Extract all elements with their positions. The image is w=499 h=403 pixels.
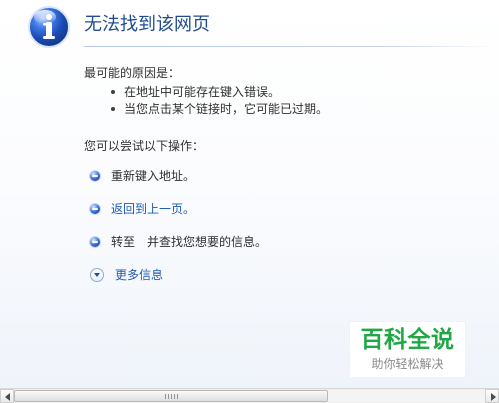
actions-heading: 您可以尝试以下操作： (84, 139, 205, 153)
chevron-down-icon[interactable] (90, 268, 104, 282)
error-page: 无法找到该网页 最可能的原因是： 在地址中可能存在键入错误。 当您点击某个链接时… (0, 0, 499, 388)
bullet-icon (90, 204, 100, 214)
reason-item: 当您点击某个链接时，它可能已过期。 (108, 101, 328, 117)
go-back-link[interactable]: 返回到上一页。 (111, 200, 195, 218)
title-divider (84, 46, 498, 47)
action-text-retype: 重新键入地址。 (111, 169, 196, 183)
scroll-track[interactable] (14, 390, 485, 402)
action-text-go-to-site: 转至 并查找您想要的信息。 (111, 235, 268, 249)
more-info-link[interactable]: 更多信息 (115, 266, 163, 284)
watermark-title: 百科全说 (360, 327, 455, 353)
scroll-right-button[interactable] (485, 389, 499, 403)
watermark-subtitle: 助你轻松解决 (371, 357, 444, 371)
watermark-logo: 百科全说 助你轻松解决 (349, 321, 466, 378)
arrow-right-icon (491, 393, 496, 401)
info-icon (27, 5, 71, 49)
bullet-icon (90, 237, 100, 247)
action-retype-address: 重新键入地址。 (90, 167, 195, 185)
action-go-back[interactable]: 返回到上一页。 (90, 200, 195, 218)
more-info-toggle[interactable]: 更多信息 (90, 266, 163, 284)
reasons-list: 在地址中可能存在键入错误。 当您点击某个链接时，它可能已过期。 (108, 84, 328, 118)
grip-icon (165, 394, 179, 399)
bullet-icon (90, 171, 100, 181)
arrow-left-icon (5, 393, 10, 401)
horizontal-scrollbar[interactable] (0, 388, 499, 403)
reasons-heading: 最可能的原因是： (84, 66, 181, 80)
page-title: 无法找到该网页 (84, 14, 210, 35)
action-go-to-site: 转至 并查找您想要的信息。 (90, 233, 267, 251)
scroll-left-button[interactable] (0, 389, 14, 403)
reason-item: 在地址中可能存在键入错误。 (108, 84, 328, 100)
scroll-thumb[interactable] (14, 390, 328, 402)
